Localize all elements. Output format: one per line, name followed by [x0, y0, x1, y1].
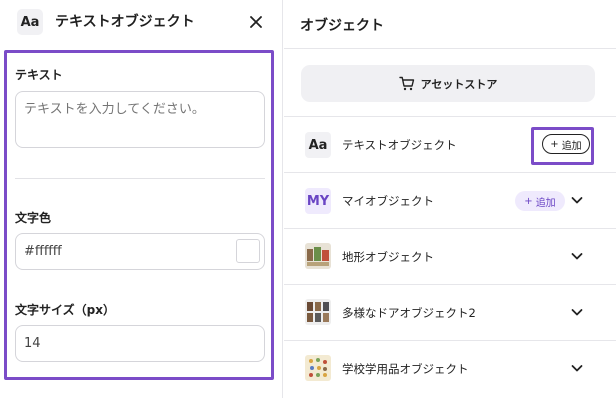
close-button[interactable]: [244, 10, 268, 34]
object-row-school-supplies[interactable]: 学校学用品オブジェクト: [284, 340, 616, 396]
font-size-label: 文字サイズ（px）: [15, 303, 115, 317]
terrain-thumbnail: [305, 243, 331, 269]
chevron-down-icon: [571, 365, 583, 372]
text-color-label: 文字色: [15, 211, 52, 225]
chevron-down-icon: [571, 197, 583, 204]
text-object-icon: Aa: [17, 9, 43, 35]
chevron-down-icon: [571, 253, 583, 260]
plus-icon: +: [524, 195, 533, 207]
my-object-icon: MY: [305, 188, 331, 214]
object-row-label: マイオブジェクト: [342, 194, 434, 208]
font-size-input[interactable]: 14: [15, 325, 265, 362]
add-label: 追加: [535, 197, 556, 209]
text-object-panel: Aa テキストオブジェクト テキスト 文字色 #ffffff 文字サイズ（px）…: [0, 0, 283, 398]
font-size-value: 14: [24, 336, 41, 351]
header-divider: [284, 48, 616, 49]
object-panel: オブジェクト アセットストア Aa テキストオブジェクト + 追加 MY マイオ…: [284, 0, 616, 398]
text-input[interactable]: [15, 91, 265, 148]
doors-thumbnail: [305, 299, 331, 325]
text-color-value: #ffffff: [24, 244, 62, 259]
text-field-label: テキスト: [15, 68, 63, 82]
school-supplies-thumbnail: [305, 355, 331, 381]
chevron-down-icon: [571, 309, 583, 316]
text-color-input[interactable]: #ffffff: [15, 233, 265, 270]
color-swatch[interactable]: [236, 239, 260, 263]
text-object-icon: Aa: [305, 132, 331, 158]
object-row-my-objects[interactable]: MY マイオブジェクト: [284, 172, 616, 228]
close-icon: [250, 16, 262, 28]
add-my-object-button[interactable]: + 追加: [515, 191, 565, 211]
object-panel-title: オブジェクト: [300, 18, 384, 34]
asset-store-button[interactable]: アセットストア: [301, 65, 595, 102]
object-row-label: 学校学用品オブジェクト: [342, 362, 469, 376]
object-row-doors[interactable]: 多様なドアオブジェクト2: [284, 284, 616, 340]
cart-icon: [398, 76, 414, 91]
divider: [15, 178, 265, 179]
object-row-label: テキストオブジェクト: [342, 138, 457, 152]
object-row-terrain[interactable]: 地形オブジェクト: [284, 228, 616, 284]
add-button-highlight: [531, 127, 594, 165]
object-row-label: 地形オブジェクト: [342, 250, 434, 264]
panel-title: テキストオブジェクト: [55, 14, 195, 30]
object-row-label: 多様なドアオブジェクト2: [342, 306, 476, 320]
asset-store-label: アセットストア: [420, 77, 498, 91]
panel-header: Aa テキストオブジェクト: [0, 0, 283, 46]
